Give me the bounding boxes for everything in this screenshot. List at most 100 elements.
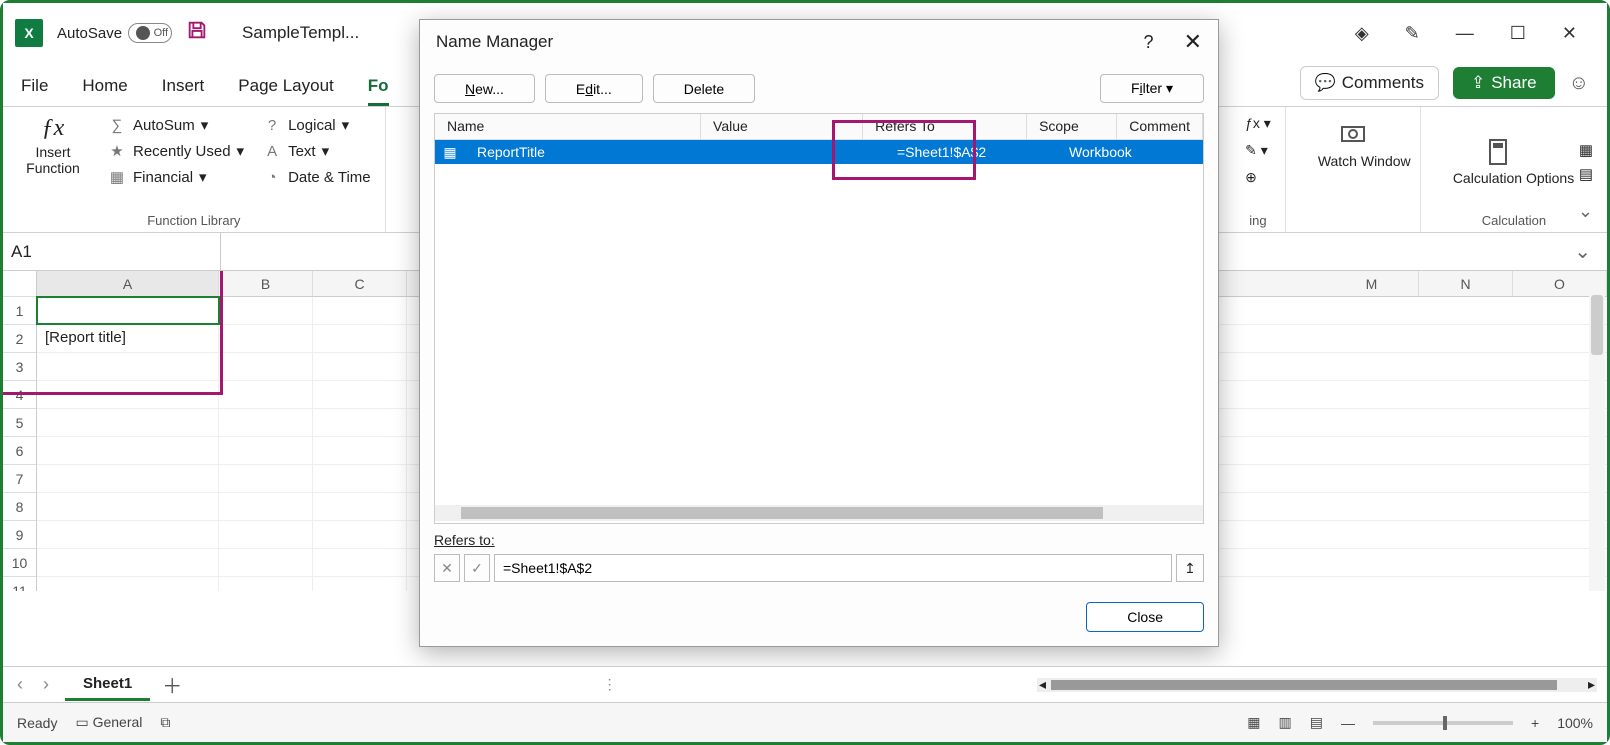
row-header[interactable]: 8 [3,493,36,521]
row-header[interactable]: 11 [3,577,36,591]
sum-icon: ∑ [107,115,127,135]
dialog-help-button[interactable]: ? [1144,32,1154,53]
prev-sheet-icon[interactable]: ‹ [13,674,27,695]
column-header[interactable]: C [313,271,407,296]
autosave-toggle[interactable]: AutoSave Off [57,23,172,43]
row-header[interactable]: 6 [3,437,36,465]
calculation-options-button[interactable]: Calculation Options [1435,115,1561,209]
row-header[interactable]: 9 [3,521,36,549]
calc-now-icon[interactable]: ▦ [1579,141,1593,159]
cancel-edit-icon[interactable]: ✕ [434,554,460,582]
tab-formulas[interactable]: Fo [368,76,389,106]
chevron-down-icon: ▾ [201,116,209,134]
zoom-out-icon[interactable]: — [1341,715,1355,731]
row-header[interactable]: 10 [3,549,36,577]
name-row-selected[interactable]: ▦ ReportTitle =Sheet1!$A$2 Workbook [435,140,1203,164]
partial-icon[interactable]: ƒx ▾ [1245,115,1271,132]
premium-icon[interactable]: ◈ [1355,23,1369,44]
minimize-button[interactable]: — [1456,23,1474,44]
add-sheet-button[interactable]: ＋ [162,670,182,699]
tab-page-layout[interactable]: Page Layout [238,76,333,106]
filter-button[interactable]: Filter ▾ [1100,74,1204,103]
chevron-down-icon: ▾ [237,142,245,160]
insert-function-button[interactable]: ƒx Insert Function [17,115,89,209]
dialog-close-action[interactable]: Close [1086,602,1204,632]
row-header[interactable]: 5 [3,409,36,437]
col-header-name[interactable]: Name [435,114,701,139]
view-normal-icon[interactable]: ▦ [1247,714,1260,731]
cell-a2[interactable]: [Report title] [37,325,219,352]
date-time-button[interactable]: ◔Date & Time [262,167,371,187]
view-page-layout-icon[interactable]: ▥ [1279,714,1292,731]
range-selector-icon[interactable]: ↥ [1176,554,1204,582]
edit-name-button[interactable]: Edit... [545,74,643,103]
confirm-edit-icon[interactable]: ✓ [464,554,490,582]
cell-a1[interactable] [37,297,219,324]
tab-insert[interactable]: Insert [162,76,205,106]
delete-name-button[interactable]: Delete [653,74,755,103]
scroll-right-icon[interactable]: ▸ [1588,676,1595,693]
save-icon[interactable] [186,19,208,47]
tab-file[interactable]: File [21,76,48,106]
watch-window-button[interactable]: Watch Window [1300,115,1406,175]
zoom-in-icon[interactable]: + [1531,715,1539,731]
col-header-scope[interactable]: Scope [1027,114,1117,139]
sheet-tab-active[interactable]: Sheet1 [65,669,150,701]
zoom-slider[interactable] [1373,721,1513,725]
close-window-button[interactable]: ✕ [1562,23,1577,44]
horizontal-scrollbar[interactable]: ◂ ▸ [1037,678,1597,692]
column-header[interactable]: B [219,271,313,296]
name-icon: ▦ [435,142,465,163]
col-header-refers[interactable]: Refers To [863,114,1027,139]
name-box[interactable]: A1 [3,233,221,270]
sheet-tab-options-icon[interactable]: ⋮ [601,676,619,693]
expand-formula-bar-icon[interactable]: ⌄ [1558,239,1607,264]
logical-button[interactable]: ?Logical ▾ [262,115,371,135]
row-header[interactable]: 4 [3,381,36,409]
partial-icon2[interactable]: ✎ ▾ [1245,142,1271,159]
maximize-button[interactable]: ☐ [1510,23,1526,44]
refers-to-input[interactable] [494,554,1172,582]
calc-sheet-icon[interactable]: ▤ [1579,165,1593,183]
text-button[interactable]: AText ▾ [262,141,371,161]
row-header[interactable]: 7 [3,465,36,493]
row-header[interactable]: 3 [3,353,36,381]
col-header-comment[interactable]: Comment [1117,114,1203,139]
calculator-icon [1484,138,1512,166]
row-header[interactable]: 1 [3,297,36,325]
clock-icon: ◔ [262,167,282,187]
col-header-value[interactable]: Value [701,114,863,139]
column-header[interactable]: M [1325,271,1419,296]
recently-used-button[interactable]: ★Recently Used ▾ [107,141,244,161]
display-settings-icon[interactable]: ⧉ [160,714,170,731]
partial-icon3[interactable]: ⊕ [1245,169,1271,186]
autosum-button[interactable]: ∑AutoSum ▾ [107,115,244,135]
tab-home[interactable]: Home [82,76,127,106]
financial-button[interactable]: ▦Financial ▾ [107,167,244,187]
name-manager-dialog: Name Manager ? ✕ New... Edit... Delete F… [419,19,1219,647]
status-bar: Ready ▭ General ⧉ ▦ ▥ ▤ — + 100% [3,702,1607,742]
next-sheet-icon[interactable]: › [39,674,53,695]
view-page-break-icon[interactable]: ▤ [1310,714,1323,731]
comments-button[interactable]: 💬 Comments [1300,66,1439,100]
scroll-left-icon[interactable]: ◂ [1039,676,1046,693]
excel-icon: X [15,19,43,47]
dialog-horizontal-scrollbar[interactable] [435,505,1203,521]
partial-group-label: ing [1245,209,1271,228]
new-name-button[interactable]: New... [434,74,535,103]
dialog-close-button[interactable]: ✕ [1184,29,1202,55]
column-header[interactable]: A [37,271,219,296]
share-button[interactable]: ⇪ Share [1453,67,1555,99]
row-header[interactable]: 2 [3,325,36,353]
autosave-label: AutoSave [57,25,122,42]
column-header[interactable]: N [1419,271,1513,296]
select-all-corner[interactable] [3,271,36,297]
coauthor-icon[interactable]: ✎ [1405,23,1420,44]
vertical-scrollbar[interactable] [1589,271,1605,591]
dialog-titlebar[interactable]: Name Manager ? ✕ [420,20,1218,64]
names-list[interactable]: Name Value Refers To Scope Comment ▦ Rep… [434,113,1204,524]
feedback-icon[interactable]: ☺ [1569,72,1589,95]
collapse-ribbon-icon[interactable]: ⌄ [1578,201,1593,222]
accessibility-icon[interactable]: ▭ General [75,714,142,731]
zoom-level[interactable]: 100% [1557,715,1593,731]
